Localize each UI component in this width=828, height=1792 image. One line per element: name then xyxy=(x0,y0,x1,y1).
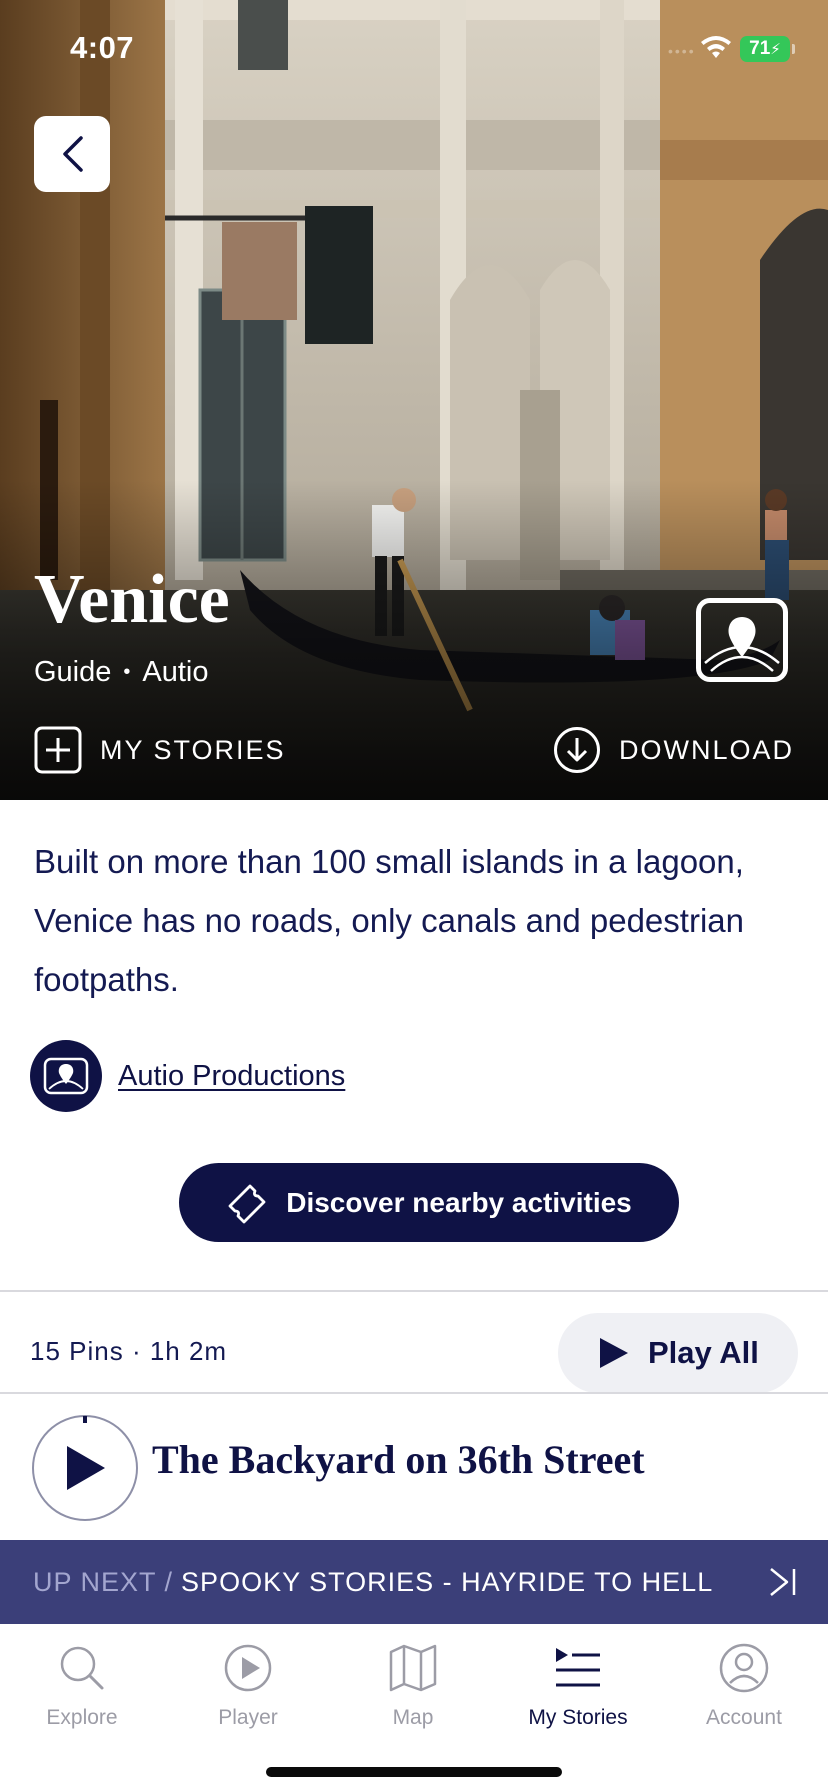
add-to-my-stories-button[interactable]: MY STORIES xyxy=(34,726,286,774)
tab-my-stories[interactable]: My Stories xyxy=(503,1642,653,1730)
ticket-icon xyxy=(228,1184,266,1223)
divider xyxy=(0,1290,828,1292)
guide-meta: Guide • Autio xyxy=(34,656,209,689)
playback-progress xyxy=(83,1416,87,1423)
tab-explore[interactable]: Explore xyxy=(7,1642,157,1730)
cellular-icon: •••• xyxy=(668,43,696,59)
home-indicator[interactable] xyxy=(266,1767,562,1777)
playlist-icon xyxy=(556,1648,600,1687)
status-bar: 4:07 •••• 71 ⚡ xyxy=(0,0,828,100)
play-icon xyxy=(67,1446,105,1490)
up-next-prefix: UP NEXT / xyxy=(33,1566,174,1597)
skip-next-icon[interactable] xyxy=(768,1566,798,1598)
battery-level: 71 xyxy=(749,38,771,59)
producer-row[interactable]: Autio Productions xyxy=(30,1040,345,1112)
mini-player[interactable]: The Backyard on 36th Street xyxy=(0,1392,828,1540)
wifi-icon xyxy=(701,36,731,58)
tab-label: Explore xyxy=(46,1706,118,1729)
pins-summary: 15 Pins · 1h 2m xyxy=(30,1336,228,1366)
play-all-label: Play All xyxy=(648,1335,759,1370)
guide-publisher: Autio xyxy=(142,656,209,688)
map-icon xyxy=(389,1644,437,1692)
status-time: 4:07 xyxy=(70,30,135,65)
tab-account[interactable]: Account xyxy=(669,1642,819,1730)
guide-description: Built on more than 100 small islands in … xyxy=(34,843,744,998)
hero-actions: MY STORIES DOWNLOAD xyxy=(34,726,794,774)
download-button[interactable]: DOWNLOAD xyxy=(553,726,794,774)
meta-separator: • xyxy=(123,661,131,683)
tab-label: My Stories xyxy=(528,1706,628,1729)
plus-square-icon xyxy=(34,726,82,774)
autio-logo-icon xyxy=(696,598,788,682)
back-button[interactable] xyxy=(34,116,110,192)
producer-avatar xyxy=(30,1040,102,1112)
battery-icon: 71 ⚡ xyxy=(740,36,795,62)
download-icon xyxy=(553,727,600,773)
search-icon xyxy=(60,1646,104,1690)
tab-label: Account xyxy=(706,1706,782,1729)
play-circle-icon xyxy=(224,1644,272,1692)
producer-link[interactable]: Autio Productions xyxy=(118,1060,345,1093)
download-label: DOWNLOAD xyxy=(618,734,794,765)
my-stories-label: MY STORIES xyxy=(100,734,286,765)
discover-activities-button[interactable]: Discover nearby activities xyxy=(179,1163,679,1242)
tab-label: Map xyxy=(392,1706,434,1729)
guide-title: Venice xyxy=(34,561,230,638)
now-playing-title: The Backyard on 36th Street xyxy=(152,1437,645,1482)
chevron-left-icon xyxy=(63,136,83,172)
tab-map[interactable]: Map xyxy=(338,1642,488,1730)
guide-type: Guide xyxy=(34,656,112,688)
tab-player[interactable]: Player xyxy=(173,1642,323,1730)
up-next-title: SPOOKY STORIES - HAYRIDE TO HELL xyxy=(181,1566,714,1597)
up-next-bar[interactable]: UP NEXT / SPOOKY STORIES - HAYRIDE TO HE… xyxy=(0,1540,828,1624)
tab-label: Player xyxy=(218,1706,278,1729)
autio-logo-icon xyxy=(43,1057,89,1095)
mini-play-button[interactable] xyxy=(32,1415,138,1521)
account-icon xyxy=(719,1643,769,1693)
play-all-button[interactable]: Play All xyxy=(558,1313,798,1393)
discover-label: Discover nearby activities xyxy=(286,1186,632,1218)
play-icon xyxy=(600,1338,628,1368)
